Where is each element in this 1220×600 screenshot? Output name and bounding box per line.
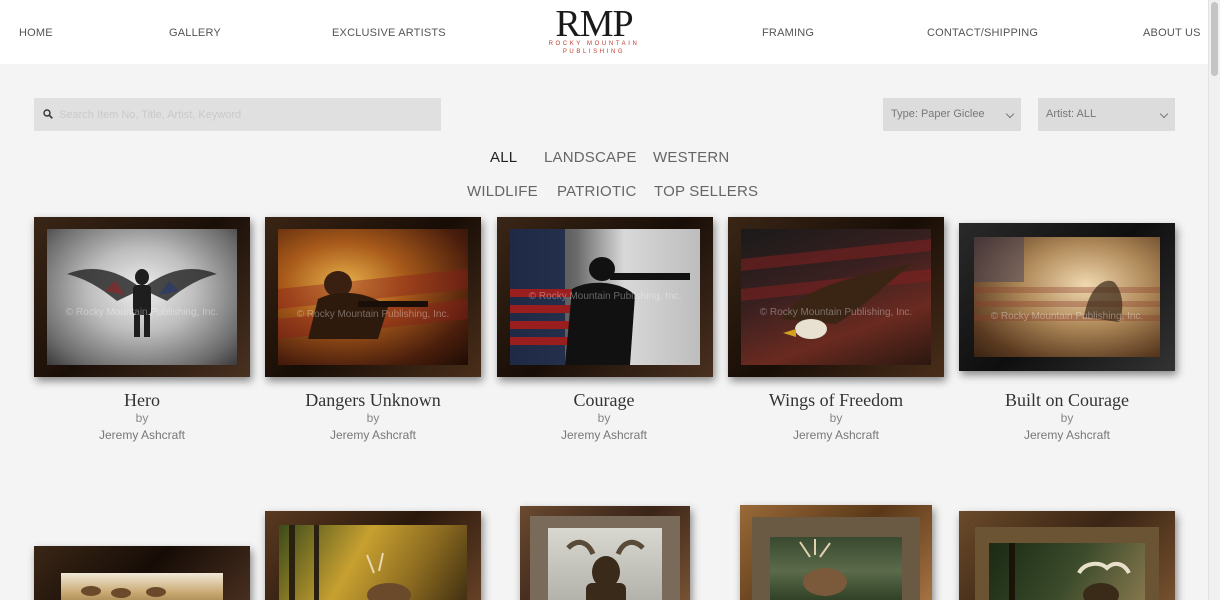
product-artist[interactable]: Jeremy Ashcraft [957,428,1177,442]
eagle-icon [741,239,931,339]
nav-home[interactable]: HOME [19,27,53,39]
artwork-image [61,573,223,600]
watermark: © Rocky Mountain Publishing, Inc. [759,307,913,318]
product-title[interactable]: Hero [32,390,252,411]
watermark: © Rocky Mountain Publishing, Inc. [528,291,682,302]
artwork-mat [530,516,680,600]
flag-monument-icon [974,237,1160,322]
watermark: © Rocky Mountain Publishing, Inc. [65,307,219,318]
search-icon [43,109,53,119]
nav-gallery[interactable]: GALLERY [169,27,221,39]
artwork-image: © Rocky Mountain Publishing, Inc. [47,229,237,365]
watermark: © Rocky Mountain Publishing, Inc. [990,311,1144,322]
category-wildlife[interactable]: WILDLIFE [467,183,538,200]
artwork-image [279,525,467,600]
artist-filter-value: Artist: ALL [1046,108,1097,120]
product-artist[interactable]: Jeremy Ashcraft [32,428,252,442]
soldier-flames-icon [278,269,468,339]
category-landscape[interactable]: LANDSCAPE [544,149,637,166]
elk-forest-icon [289,525,411,600]
product-card-row2-4[interactable] [740,505,932,600]
moose-forest-icon [1009,543,1131,600]
logo-subtitle-2: PUBLISHING [562,49,626,55]
product-title[interactable]: Wings of Freedom [726,390,946,411]
product-card-hero[interactable]: © Rocky Mountain Publishing, Inc. [34,217,250,377]
product-card-wings-of-freedom[interactable]: © Rocky Mountain Publishing, Inc. [728,217,944,377]
chevron-down-icon [1005,109,1015,119]
nav-contact-shipping[interactable]: CONTACT/SHIPPING [927,27,1038,39]
product-by-label: by [135,411,149,425]
type-filter-select[interactable]: Type: Paper Giclee [883,98,1021,131]
product-by-label: by [366,411,380,425]
category-western[interactable]: WESTERN [653,149,729,166]
type-filter-value: Type: Paper Giclee [891,108,985,120]
site-header: HOME GALLERY EXCLUSIVE ARTISTS RMP ROCKY… [0,0,1208,64]
watermark: © Rocky Mountain Publishing, Inc. [296,309,450,320]
product-by-label: by [597,411,611,425]
search-input[interactable] [59,98,434,131]
product-card-row2-1[interactable] [34,546,250,600]
product-artist[interactable]: Jeremy Ashcraft [726,428,946,442]
category-top-sellers[interactable]: TOP SELLERS [654,183,758,200]
artwork-image: © Rocky Mountain Publishing, Inc. [278,229,468,365]
product-title[interactable]: Courage [494,390,714,411]
product-title[interactable]: Dangers Unknown [263,390,483,411]
nav-framing[interactable]: FRAMING [762,27,814,39]
site-logo[interactable]: RMP ROCKY MOUNTAIN PUBLISHING [544,3,644,56]
scrollbar-thumb[interactable] [1211,2,1218,76]
product-card-row2-2[interactable] [265,511,481,600]
artwork-image: © Rocky Mountain Publishing, Inc. [741,229,931,365]
search-box [34,98,441,131]
product-by-label: by [829,411,843,425]
chevron-down-icon [1159,109,1169,119]
artwork-image [548,528,662,600]
nav-exclusive-artists[interactable]: EXCLUSIVE ARTISTS [332,27,446,39]
soldier-angel-icon [67,269,217,337]
product-title[interactable]: Built on Courage [957,390,1177,411]
artwork-image: © Rocky Mountain Publishing, Inc. [510,229,700,365]
page-scrollbar[interactable] [1208,0,1220,600]
product-card-built-on-courage[interactable]: © Rocky Mountain Publishing, Inc. [959,223,1175,371]
product-card-row2-3[interactable] [520,506,690,600]
logo-subtitle-1: ROCKY MOUNTAIN [548,41,640,47]
product-artist[interactable]: Jeremy Ashcraft [494,428,714,442]
elk-herd-icon [81,586,166,598]
product-by-label: by [1060,411,1074,425]
artwork-image [770,537,902,600]
nav-about-us[interactable]: ABOUT US [1143,27,1201,39]
artwork-mat [975,527,1159,600]
elk-bugling-icon [799,539,847,596]
logo-text: RMP [555,3,633,45]
product-artist[interactable]: Jeremy Ashcraft [263,428,483,442]
product-card-dangers-unknown[interactable]: © Rocky Mountain Publishing, Inc. [265,217,481,377]
category-patriotic[interactable]: PATRIOTIC [557,183,637,200]
category-all[interactable]: ALL [490,149,517,166]
product-card-row2-5[interactable] [959,511,1175,600]
artwork-image: © Rocky Mountain Publishing, Inc. [974,237,1160,357]
artwork-image [989,543,1145,600]
product-card-courage[interactable]: © Rocky Mountain Publishing, Inc. [497,217,713,377]
artist-filter-select[interactable]: Artist: ALL [1038,98,1175,131]
artwork-mat [752,517,920,600]
moose-icon [566,539,645,600]
